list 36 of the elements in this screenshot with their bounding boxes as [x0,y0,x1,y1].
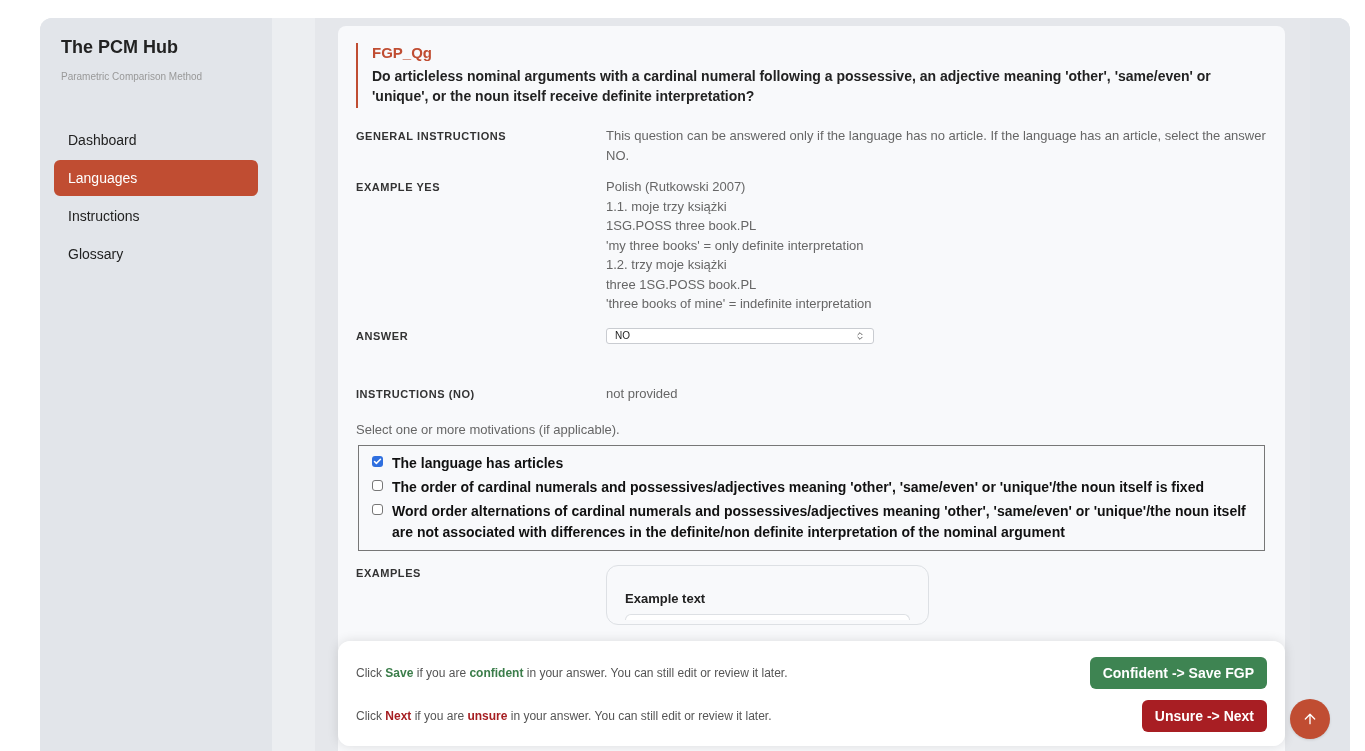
app-title: The PCM Hub [60,36,179,59]
unsure-next-button[interactable]: Unsure -> Next [1141,700,1267,732]
field-label: ANSWER [356,328,410,344]
example-text-label: Example text [625,591,706,606]
action-hint-text: Click Save if you are confident in your answer. You can still edit or review it later. [356,665,788,682]
question-code: FGP_Qg [372,43,433,63]
field-value-text: not provided [606,385,678,403]
sidebar-item[interactable]: Dashboard [54,122,258,158]
field-value-text: 1.2. trzy moje książki [606,256,728,274]
chevron-icon [855,330,865,341]
field-label: EXAMPLE YES [356,180,442,195]
field-value-text: 'three books of mine' = indefinite interpretation [606,295,872,313]
field-label: GENERAL INSTRUCTIONS [356,129,508,144]
field-value-text: 1SG.POSS three book.PL [606,217,758,235]
field-label: EXAMPLES [356,566,422,581]
motivation-label: Word order alternations of cardinal numerals and possessives/adjectives meaning 'other', 'same/even' or 'unique'/the noun itself are not associated with differences in the definite/non definite interpretation of the nominal argument [392,502,1247,542]
field-value-text: 1.1. moje trzy książki [606,197,728,216]
sidebar-item[interactable]: Languages [54,160,258,196]
action-hint-text: Click Next if you are unsure in your answer. You can still edit or review it later. [356,708,772,725]
field-label: INSTRUCTIONS (NO) [356,387,476,402]
motivation-checkbox[interactable] [372,480,383,491]
app-subtitle: Parametric Comparison Method [60,70,204,84]
sidebar-item[interactable]: Instructions [54,198,258,234]
motivation-checkbox[interactable] [372,456,383,467]
motivation-label: The order of cardinal numerals and possessives/adjectives meaning 'other', 'same/even' or 'unique'/the noun itself is fixed [392,478,1204,497]
confident-save-button[interactable]: Confident -> Save FGP [1089,657,1267,689]
sidebar-item[interactable]: Glossary [54,236,258,272]
field-value-text: This question can be answered only if the language has no article. If the language has an article, select the answer NO. [606,127,1267,165]
question-text: Do articleless nominal arguments with a cardinal numeral following a possessive, an adjective meaning 'other', 'same/even' or 'unique', or the noun itself receive definite interpretation? [372,67,1212,106]
field-value-text: three 1SG.POSS book.PL [606,275,758,294]
motivation-checkbox[interactable] [372,504,383,515]
motivation-label: The language has articles [392,454,564,473]
motivations-prompt: Select one or more motivations (if applicable). [356,420,621,439]
field-value-text: Polish (Rutkowski 2007) [606,178,747,196]
field-value-text: 'my three books' = only definite interpretation [606,236,865,255]
answer-select[interactable]: NO [606,327,874,344]
